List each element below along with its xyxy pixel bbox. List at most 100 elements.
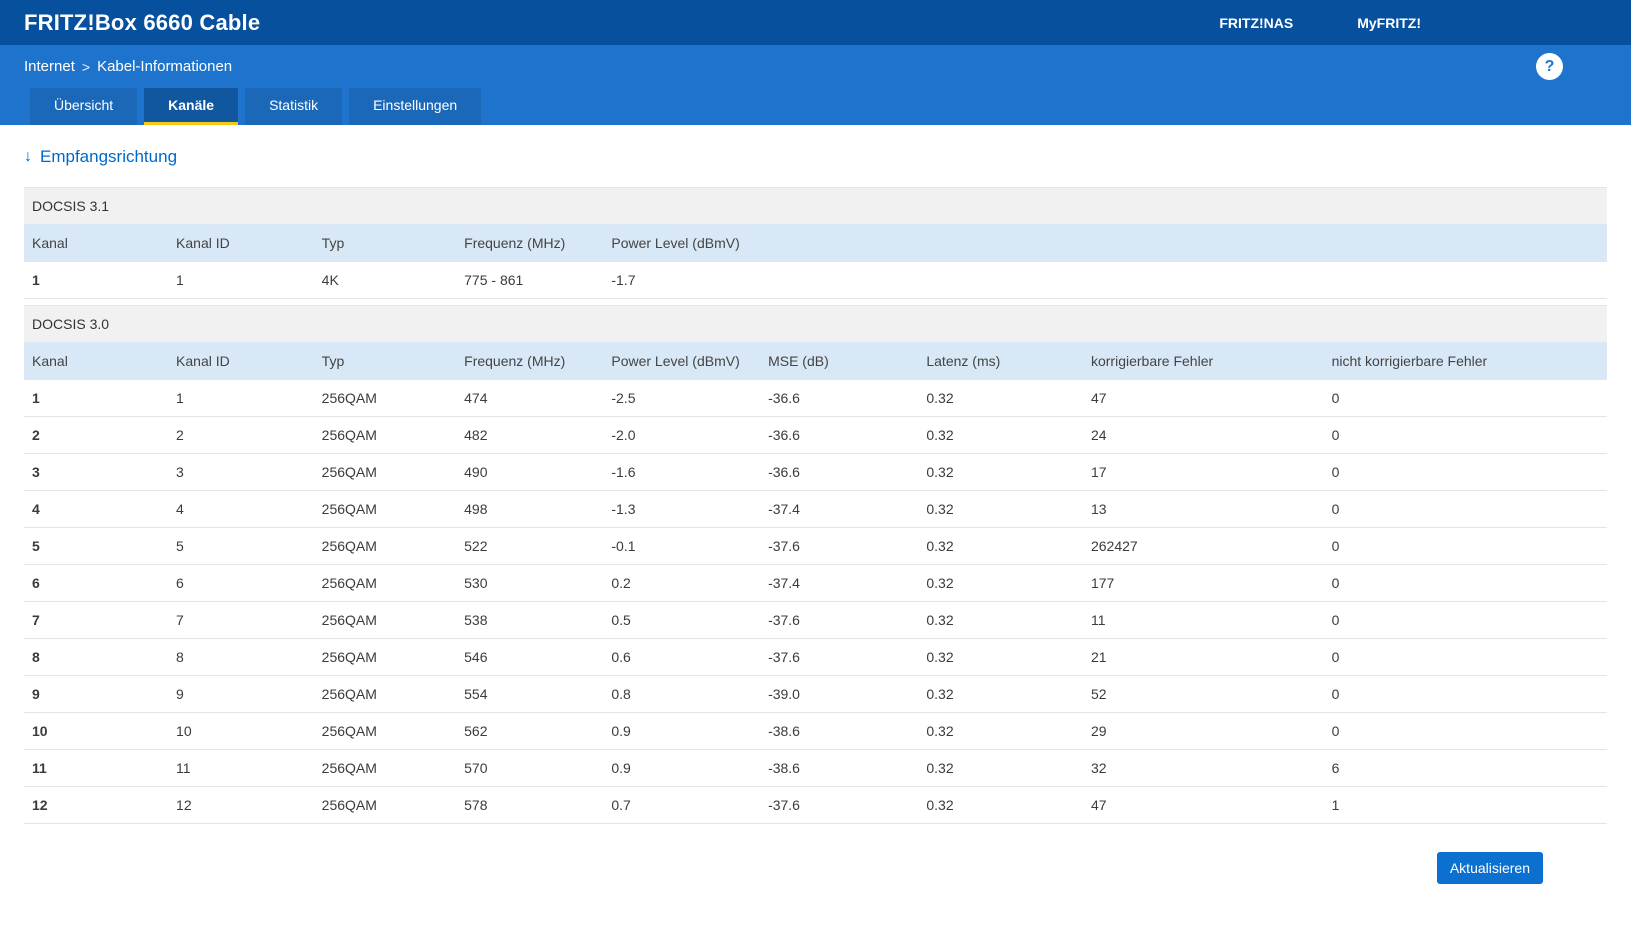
table-cell: 0.32 — [918, 749, 1083, 787]
table-row: 11 11 256QAM 570 0.9 -38.6 0.32 32 6 — [24, 749, 1607, 787]
column-header: Kanal — [24, 342, 169, 380]
table-cell: 570 — [456, 749, 604, 787]
table-cell: 490 — [456, 453, 604, 491]
table-cell: 6 — [168, 564, 314, 602]
tab-einstellungen[interactable]: Einstellungen — [349, 88, 482, 125]
table-row: 1 1 4K 775 - 861 -1.7 — [24, 262, 1607, 299]
table-cell: 32 — [1082, 749, 1324, 787]
table-cell: 5 — [168, 527, 314, 565]
table-cell: 11 — [168, 749, 314, 787]
table-cell: 2 — [168, 416, 314, 454]
table-row: 6 6 256QAM 530 0.2 -37.4 0.32 177 0 — [24, 564, 1607, 602]
table-cell: 522 — [456, 527, 604, 565]
table-cell: 554 — [456, 675, 604, 713]
table-cell: 13 — [1082, 490, 1324, 528]
tab-kanaele[interactable]: Kanäle — [144, 88, 239, 125]
table-cell: -1.6 — [603, 453, 761, 491]
top-header-bar: FRITZ!Box 6660 Cable FRITZ!NAS MyFRITZ! — [0, 0, 1631, 45]
table-cell: -37.6 — [760, 786, 919, 824]
table-cell: 2 — [24, 416, 169, 454]
column-header: Typ — [313, 342, 457, 380]
breadcrumb-bar: Internet > Kabel-Informationen ? — [0, 45, 1631, 88]
table-row: 5 5 256QAM 522 -0.1 -37.6 0.32 262427 0 — [24, 527, 1607, 565]
table-section-title-label: DOCSIS 3.0 — [24, 305, 1607, 342]
table-cell: 262427 — [1082, 527, 1324, 565]
tab-uebersicht[interactable]: Übersicht — [30, 88, 138, 125]
table-cell: 9 — [168, 675, 314, 713]
table-cell: -37.6 — [760, 601, 919, 639]
table-cell: 3 — [168, 453, 314, 491]
table-row: 8 8 256QAM 546 0.6 -37.6 0.32 21 0 — [24, 638, 1607, 676]
table-cell: 1 — [1323, 786, 1607, 824]
top-nav: FRITZ!NAS MyFRITZ! — [1219, 15, 1421, 31]
table-cell: 256QAM — [313, 712, 457, 750]
table-cell: 0 — [1323, 490, 1607, 528]
table-cell: 0.32 — [918, 564, 1083, 602]
table-row: 4 4 256QAM 498 -1.3 -37.4 0.32 13 0 — [24, 490, 1607, 528]
question-mark-glyph: ? — [1544, 57, 1555, 75]
table-cell: 0 — [1323, 712, 1607, 750]
table-cell: 0.32 — [918, 786, 1083, 824]
table-cell: -36.6 — [760, 380, 919, 417]
column-header: Latenz (ms) — [918, 342, 1083, 380]
table-cell: 0.5 — [603, 601, 761, 639]
breadcrumb-internet[interactable]: Internet — [24, 58, 75, 75]
table-cell: 0.32 — [918, 380, 1083, 417]
table-cell: -37.4 — [760, 564, 919, 602]
table-cell: 0.32 — [918, 453, 1083, 491]
section-title: Empfangsrichtung — [40, 147, 178, 166]
tab-statistik[interactable]: Statistik — [245, 88, 343, 125]
table-cell: 24 — [1082, 416, 1324, 454]
table-cell: -39.0 — [760, 675, 919, 713]
table-cell: 6 — [24, 564, 169, 602]
table-cell: 21 — [1082, 638, 1324, 676]
column-header: nicht korrigierbare Fehler — [1323, 342, 1607, 380]
column-header: Kanal ID — [168, 342, 314, 380]
table-cell: -2.5 — [603, 380, 761, 417]
table-cell: 0.9 — [603, 712, 761, 750]
help-icon[interactable]: ? — [1536, 53, 1563, 80]
chevron-right-icon: > — [81, 58, 91, 75]
table-cell: 47 — [1082, 380, 1324, 417]
table-cell: 0.6 — [603, 638, 761, 676]
table-cell: -37.4 — [760, 490, 919, 528]
table-header-row: Kanal Kanal ID Typ Frequenz (MHz) Power Leve… — [24, 224, 1607, 262]
breadcrumb: Internet > Kabel-Informationen — [24, 58, 232, 75]
table-docsis-30: DOCSIS 3.0 Kanal Kanal ID Typ Frequenz (MHz)… — [24, 305, 1607, 824]
table-cell: 1 — [168, 262, 314, 299]
myfritz-link[interactable]: MyFRITZ! — [1357, 15, 1421, 31]
table-cell: 10 — [24, 712, 169, 750]
fritznas-link[interactable]: FRITZ!NAS — [1219, 15, 1293, 31]
channel-tables: DOCSIS 3.1 Kanal Kanal ID Typ Frequenz (MHz)… — [24, 187, 1607, 824]
table-cell: 0.32 — [918, 601, 1083, 639]
table-cell: 10 — [168, 712, 314, 750]
tab-bar: Übersicht Kanäle Statistik Einstellungen — [0, 88, 1631, 125]
table-section-title-label: DOCSIS 3.1 — [24, 187, 1607, 224]
table-row: 10 10 256QAM 562 0.9 -38.6 0.32 29 0 — [24, 712, 1607, 750]
table-cell: -36.6 — [760, 416, 919, 454]
table-cell: -38.6 — [760, 712, 919, 750]
table-cell: 9 — [24, 675, 169, 713]
bottom-bar — [0, 886, 1631, 926]
table-cell: 498 — [456, 490, 604, 528]
table-cell: 7 — [168, 601, 314, 639]
table-cell: 256QAM — [313, 490, 457, 528]
table-cell: 47 — [1082, 786, 1324, 824]
column-header: MSE (dB) — [760, 342, 919, 380]
table-cell: 546 — [456, 638, 604, 676]
table-cell: 0.32 — [918, 712, 1083, 750]
aktualisieren-button[interactable]: Aktualisieren — [1436, 852, 1543, 884]
table-cell: 0 — [1323, 675, 1607, 713]
table-cell: 8 — [168, 638, 314, 676]
table-cell: 256QAM — [313, 675, 457, 713]
table-cell: 256QAM — [313, 786, 457, 824]
table-cell: 11 — [1082, 601, 1324, 639]
table-cell: 0.2 — [603, 564, 761, 602]
column-header: Frequenz (MHz) — [456, 224, 604, 262]
table-cell: 482 — [456, 416, 604, 454]
table-cell: -37.6 — [760, 527, 919, 565]
empfangsrichtung-toggle[interactable]: ↓ Empfangsrichtung — [24, 147, 177, 167]
main-content: ↓ Empfangsrichtung DOCSIS 3.1 Kanal Kanal … — [0, 125, 1631, 824]
table-cell: 1 — [24, 262, 169, 299]
column-header: Kanal — [24, 224, 169, 262]
